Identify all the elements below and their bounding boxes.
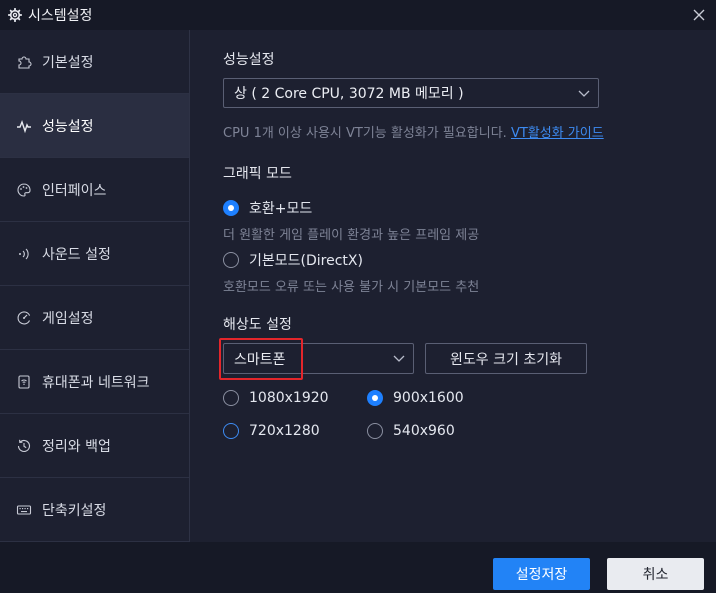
window-title: 시스템설정 [28,8,93,24]
graphics-option-compat[interactable]: 호환+모드 [223,198,312,218]
sidebar-item-label: 성능설정 [42,118,94,135]
sidebar-item-cleanup-backup[interactable]: 정리와 백업 [0,414,189,478]
sidebar-item-label: 휴대폰과 네트워크 [42,374,150,391]
chevron-down-icon [578,90,590,97]
graphics-option-desc: 더 원활한 게임 플레이 환경과 높은 프레임 제공 [223,228,480,243]
resolution-option-label: 1080x1920 [249,390,329,406]
vt-guide-link[interactable]: VT활성화 가이드 [511,126,604,141]
sound-icon [16,246,32,262]
gear-icon [8,8,22,22]
keyboard-icon [16,502,32,518]
radio-button[interactable] [367,423,383,439]
sidebar-item-performance[interactable]: 성능설정 [0,94,189,158]
graphics-heading: 그래픽 모드 [223,166,292,182]
footer: 설정저장 취소 [0,542,716,593]
radio-button[interactable] [223,390,239,406]
vt-hint: CPU 1개 이상 사용시 VT기능 활성화가 필요합니다. VT활성화 가이드 [223,122,604,141]
resolution-option-label: 540x960 [393,423,455,439]
reset-window-size-button[interactable]: 윈도우 크기 초기화 [425,343,587,374]
graphics-option-desc: 호환모드 오류 또는 사용 불가 시 기본모드 추천 [223,280,480,295]
resolution-select-value: 스마트폰 [234,351,286,368]
puzzle-icon [16,54,32,70]
sidebar-item-label: 게임설정 [42,310,94,327]
graphics-option-label: 기본모드(DirectX) [249,253,363,269]
history-icon [16,438,32,454]
resolution-heading: 해상도 설정 [223,317,292,333]
radio-button[interactable] [223,200,239,216]
gauge-icon [16,310,32,326]
pulse-icon [16,118,32,134]
sidebar-item-label: 기본설정 [42,54,94,71]
close-icon[interactable] [690,6,708,24]
sidebar-item-phone-network[interactable]: 휴대폰과 네트워크 [0,350,189,414]
resolution-option-label: 900x1600 [393,390,464,406]
sidebar-item-label: 인터페이스 [42,182,107,199]
radio-button[interactable] [223,252,239,268]
resolution-select[interactable]: 스마트폰 [223,343,414,374]
performance-select-value: 상 ( 2 Core CPU, 3072 MB 메모리 ) [234,86,464,102]
sidebar-item-sound[interactable]: 사운드 설정 [0,222,189,286]
vt-hint-text: CPU 1개 이상 사용시 VT기능 활성화가 필요합니다. [223,126,507,141]
sidebar-item-basic[interactable]: 기본설정 [0,30,189,94]
title-bar: 시스템설정 [0,0,716,30]
radio-button[interactable] [223,423,239,439]
resolution-option-720x1280[interactable]: 720x1280 [223,423,320,439]
resolution-option-900x1600[interactable]: 900x1600 [367,390,464,406]
sidebar-item-shortcuts[interactable]: 단축키설정 [0,478,189,542]
resolution-option-540x960[interactable]: 540x960 [367,423,455,439]
graphics-option-directx[interactable]: 기본모드(DirectX) [223,250,363,270]
phone-wifi-icon [16,374,32,390]
sidebar-item-label: 정리와 백업 [42,438,111,455]
cancel-button[interactable]: 취소 [607,558,704,590]
graphics-option-label: 호환+모드 [249,201,313,217]
resolution-option-label: 720x1280 [249,423,320,439]
resolution-option-1080x1920[interactable]: 1080x1920 [223,390,329,406]
sidebar-item-interface[interactable]: 인터페이스 [0,158,189,222]
performance-heading: 성능설정 [223,52,275,68]
performance-select[interactable]: 상 ( 2 Core CPU, 3072 MB 메모리 ) [223,78,599,108]
radio-button[interactable] [367,390,383,406]
sidebar: 기본설정 성능설정 인터페이스 사운드 설정 게임설정 휴대폰과 네트워크 정리… [0,30,190,542]
save-settings-button[interactable]: 설정저장 [493,558,590,590]
sidebar-item-label: 단축키설정 [42,502,107,519]
settings-content: 성능설정 상 ( 2 Core CPU, 3072 MB 메모리 ) CPU 1… [191,30,716,542]
sidebar-item-game[interactable]: 게임설정 [0,286,189,350]
palette-icon [16,182,32,198]
sidebar-item-label: 사운드 설정 [42,246,111,263]
chevron-down-icon [393,355,405,362]
